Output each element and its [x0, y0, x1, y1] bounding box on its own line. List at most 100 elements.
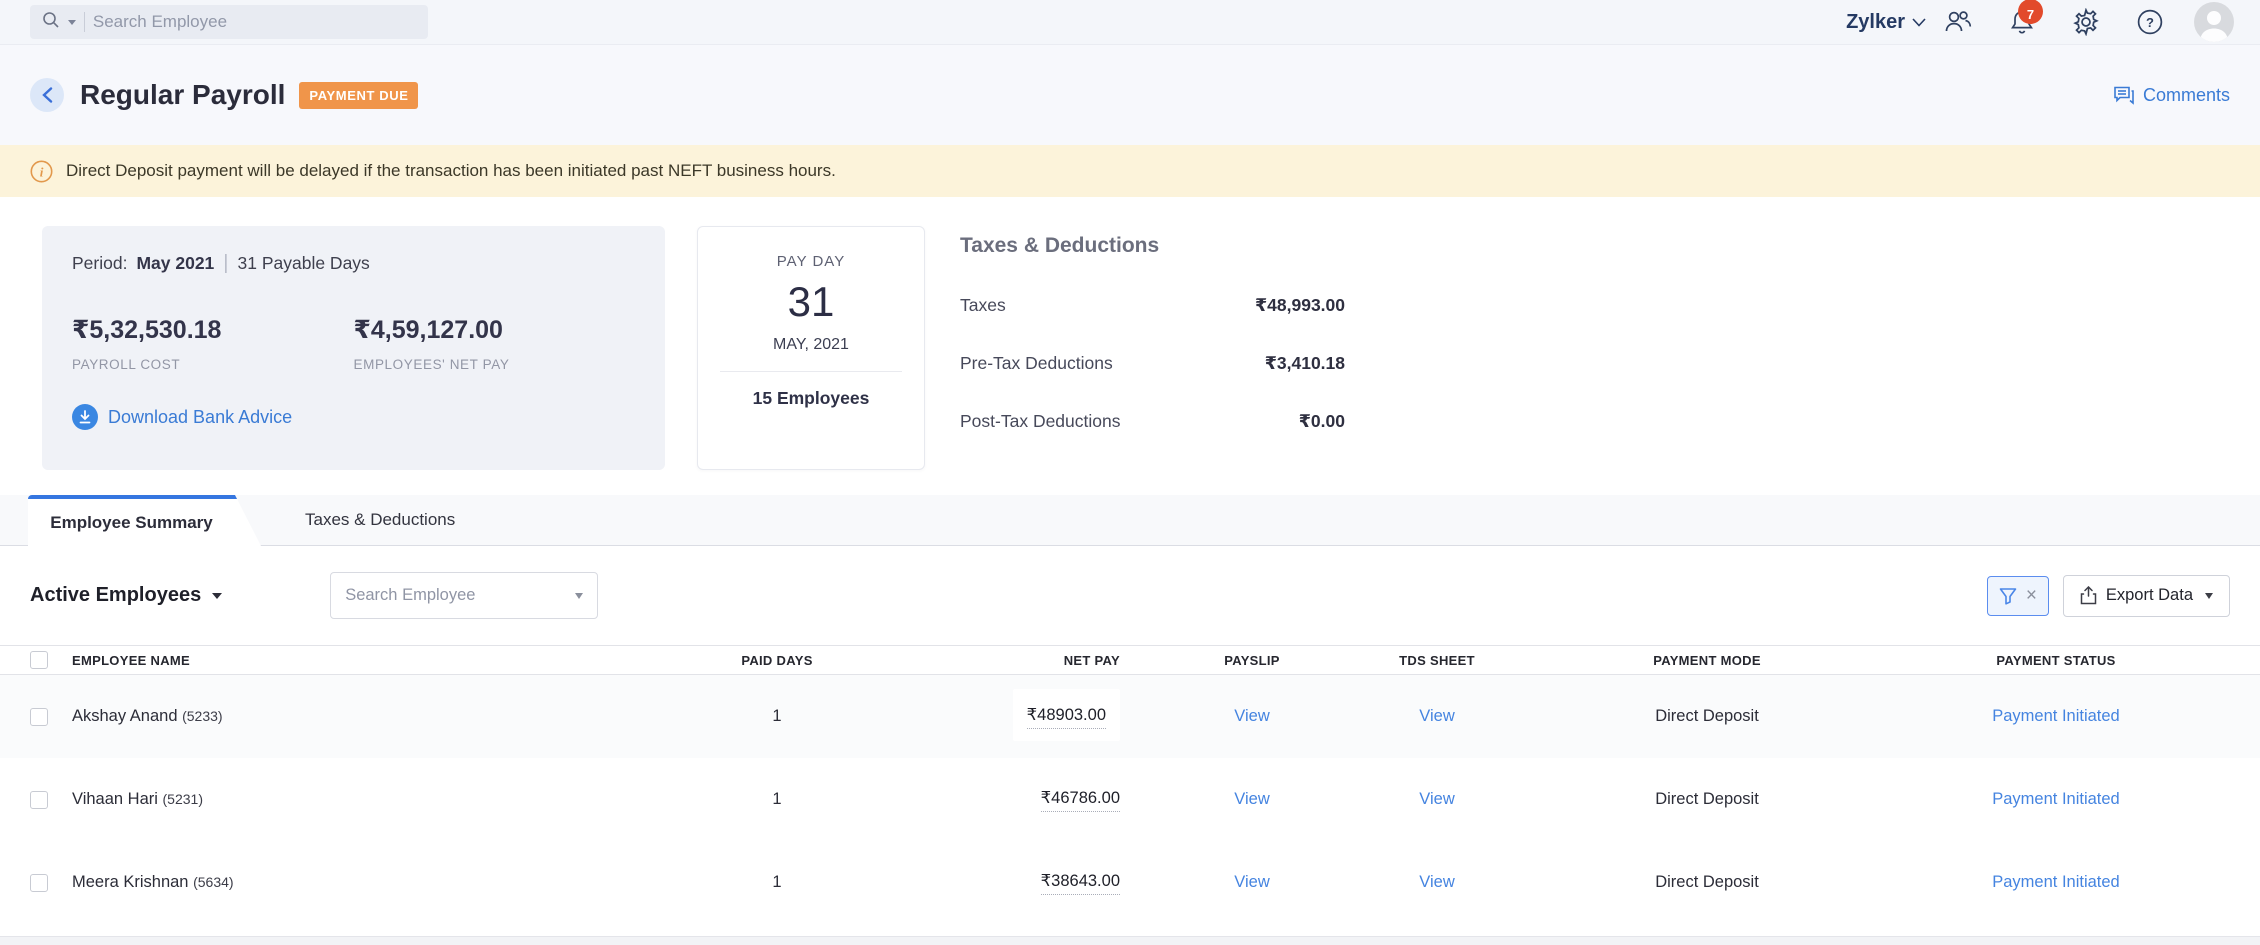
top-bar: Zylker 7 — [0, 0, 2260, 45]
tax-row-value: ₹3,410.18 — [1265, 353, 1345, 374]
row-checkbox[interactable] — [30, 708, 48, 726]
employee-id: (5233) — [182, 708, 222, 724]
summary-section: Period: May 2021 | 31 Payable Days ₹5,32… — [0, 197, 2260, 495]
comments-link[interactable]: Comments — [2113, 85, 2230, 106]
payment-mode-cell: Direct Deposit — [1502, 790, 1912, 809]
tds-view-link[interactable]: View — [1372, 873, 1502, 892]
payslip-view-link[interactable]: View — [1132, 707, 1372, 726]
payment-status-link[interactable]: Payment Initiated — [1912, 707, 2260, 726]
table-row: Akshay Anand (5233) 1 ₹48903.00 View Vie… — [0, 675, 2260, 758]
tax-row-label: Taxes — [960, 295, 1006, 316]
column-header-net-pay: NET PAY — [922, 653, 1132, 668]
gear-icon — [2072, 8, 2100, 36]
tab-label: Taxes & Deductions — [305, 510, 455, 530]
help-button[interactable]: ? — [2118, 8, 2182, 36]
employee-search-select[interactable] — [330, 572, 598, 619]
employee-search-input[interactable] — [345, 586, 575, 605]
taxes-deductions-panel: Taxes & Deductions Taxes ₹48,993.00 Pre-… — [960, 226, 1345, 432]
export-data-label: Export Data — [2106, 586, 2193, 605]
tab-taxes-deductions[interactable]: Taxes & Deductions — [275, 494, 485, 545]
global-search[interactable] — [30, 5, 428, 39]
payday-employee-count: 15 Employees — [698, 388, 924, 409]
net-pay-cell[interactable]: ₹46786.00 — [1041, 788, 1120, 812]
download-bank-advice-link[interactable]: Download Bank Advice — [72, 404, 292, 430]
table-toolbar: Active Employees × Export Data — [0, 546, 2260, 645]
employee-filter-dropdown[interactable]: Active Employees — [30, 584, 222, 607]
payday-label: PAY DAY — [698, 253, 924, 270]
payday-day: 31 — [698, 278, 924, 326]
payment-mode-cell: Direct Deposit — [1502, 873, 1912, 892]
tab-bar: Employee Summary Taxes & Deductions — [0, 495, 2260, 546]
period-label: Period: — [72, 253, 127, 274]
payroll-cost-label: PAYROLL COST — [72, 357, 354, 372]
payment-mode-cell: Direct Deposit — [1502, 707, 1912, 726]
payday-month-year: MAY, 2021 — [698, 336, 924, 354]
page-title: Regular Payroll — [80, 79, 285, 111]
paid-days-cell: 1 — [632, 873, 922, 892]
taxes-title: Taxes & Deductions — [960, 234, 1345, 258]
payday-card: PAY DAY 31 MAY, 2021 15 Employees — [697, 226, 925, 470]
column-header-payment-mode: PAYMENT MODE — [1502, 653, 1912, 668]
column-header-paid-days: PAID DAYS — [632, 653, 922, 668]
employee-id: (5634) — [193, 874, 233, 890]
select-all-checkbox[interactable] — [30, 651, 48, 669]
avatar[interactable] — [2194, 2, 2234, 42]
table-row: Vihaan Hari (5231) 1 ₹46786.00 View View… — [0, 758, 2260, 841]
caret-down-icon — [212, 593, 222, 599]
period-separator: | — [223, 252, 228, 275]
column-header-payslip: PAYSLIP — [1132, 653, 1372, 668]
employee-name-cell: Akshay Anand (5233) — [72, 707, 632, 726]
org-switcher[interactable]: Zylker — [1846, 11, 1926, 34]
column-header-payment-status: PAYMENT STATUS — [1912, 653, 2260, 668]
export-icon — [2080, 586, 2097, 605]
employee-id: (5231) — [163, 791, 203, 807]
page-header: Regular Payroll PAYMENT DUE Comments — [0, 45, 2260, 145]
payment-status-link[interactable]: Payment Initiated — [1912, 790, 2260, 809]
back-button[interactable] — [30, 78, 64, 112]
row-checkbox[interactable] — [30, 874, 48, 892]
tax-row-label: Pre-Tax Deductions — [960, 353, 1113, 374]
table-row: Meera Krishnan (5634) 1 ₹38643.00 View V… — [0, 841, 2260, 924]
paid-days-cell: 1 — [632, 790, 922, 809]
payment-status-link[interactable]: Payment Initiated — [1912, 873, 2260, 892]
employee-name: Akshay Anand — [72, 707, 178, 725]
notifications-button[interactable]: 7 — [1990, 8, 2054, 36]
column-header-tds-sheet: TDS SHEET — [1372, 653, 1502, 668]
notification-badge: 7 — [2018, 0, 2043, 24]
period-card: Period: May 2021 | 31 Payable Days ₹5,32… — [42, 226, 665, 470]
svg-text:?: ? — [2146, 15, 2154, 30]
tds-view-link[interactable]: View — [1372, 790, 1502, 809]
employee-name-cell: Meera Krishnan (5634) — [72, 873, 632, 892]
payroll-cost-value: ₹5,32,530.18 — [72, 315, 354, 345]
tax-row-label: Post-Tax Deductions — [960, 411, 1121, 432]
row-checkbox[interactable] — [30, 791, 48, 809]
chevron-down-icon — [1912, 18, 1926, 27]
filter-button[interactable]: × — [1987, 576, 2049, 616]
org-name: Zylker — [1846, 11, 1905, 34]
net-pay-cell[interactable]: ₹38643.00 — [1041, 871, 1120, 895]
employee-name: Vihaan Hari — [72, 790, 158, 808]
global-search-input[interactable] — [93, 12, 416, 32]
tds-view-link[interactable]: View — [1372, 707, 1502, 726]
table-footer-strip — [0, 936, 2260, 945]
banner-text: Direct Deposit payment will be delayed i… — [66, 161, 836, 181]
download-bank-advice-label: Download Bank Advice — [108, 407, 292, 428]
search-scope-caret-icon[interactable] — [68, 20, 76, 25]
referrals-button[interactable] — [1926, 9, 1990, 35]
export-data-button[interactable]: Export Data — [2063, 575, 2230, 617]
period-value: May 2021 — [136, 253, 214, 274]
settings-button[interactable] — [2054, 8, 2118, 36]
employee-filter-label: Active Employees — [30, 584, 201, 607]
payslip-view-link[interactable]: View — [1132, 790, 1372, 809]
net-pay-cell[interactable]: ₹48903.00 — [1027, 705, 1106, 729]
search-icon[interactable] — [42, 11, 60, 34]
payslip-view-link[interactable]: View — [1132, 873, 1372, 892]
net-pay-value: ₹4,59,127.00 — [354, 315, 636, 345]
svg-text:i: i — [40, 164, 44, 179]
tab-employee-summary[interactable]: Employee Summary — [28, 495, 261, 546]
chevron-left-icon — [42, 87, 53, 103]
tax-row-value: ₹48,993.00 — [1255, 295, 1345, 316]
status-badge: PAYMENT DUE — [299, 82, 418, 109]
column-header-employee-name: EMPLOYEE NAME — [72, 653, 632, 668]
clear-filter-icon[interactable]: × — [2026, 586, 2037, 605]
